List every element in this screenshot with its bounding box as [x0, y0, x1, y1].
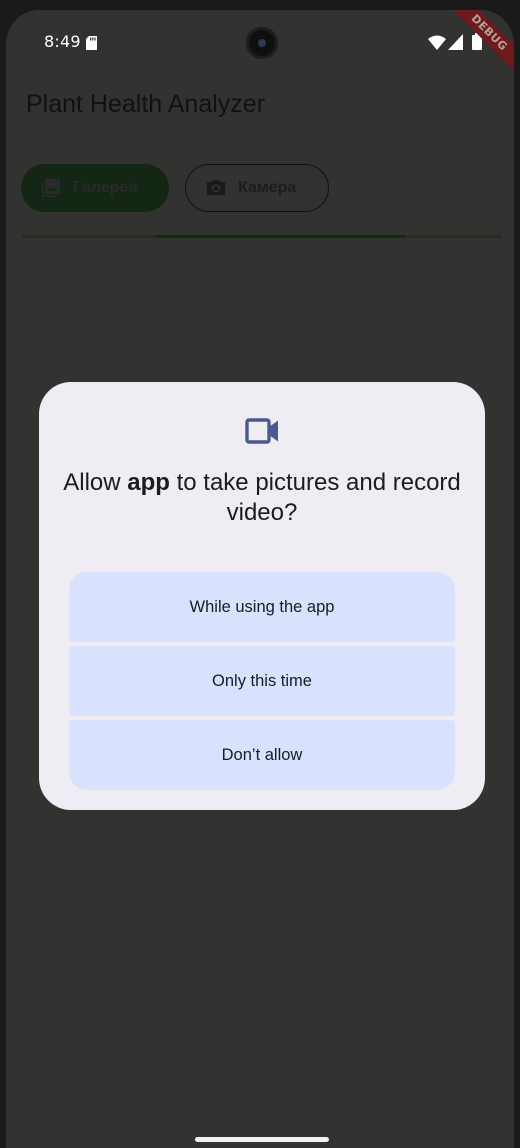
phone-screen: 8:49 DEBUG Plant Health Analyzer Галерея — [6, 10, 514, 1148]
loading-progress-bar — [22, 235, 502, 238]
gallery-label: Галерея — [73, 179, 138, 196]
permission-dialog: Allow app to take pictures and record vi… — [39, 382, 485, 810]
dont-allow-button[interactable]: Don’t allow — [69, 720, 455, 790]
camera-label: Камера — [238, 179, 297, 196]
dialog-title: Allow app to take pictures and record vi… — [59, 468, 465, 528]
signal-icon — [448, 34, 463, 50]
only-this-time-button[interactable]: Only this time — [69, 646, 455, 716]
gesture-nav-handle[interactable] — [195, 1137, 329, 1142]
dialog-title-app: app — [127, 469, 170, 496]
while-using-app-button[interactable]: While using the app — [69, 572, 455, 642]
progress-indicator — [156, 235, 406, 238]
dialog-title-suffix: to take pictures and record video? — [169, 469, 461, 526]
wifi-icon — [428, 35, 446, 50]
status-bar: 8:49 DEBUG — [6, 10, 514, 86]
gallery-button[interactable]: Галерея — [21, 164, 169, 212]
camera-button[interactable]: Камера — [185, 164, 329, 212]
videocam-icon — [245, 418, 278, 444]
dialog-title-prefix: Allow — [63, 469, 128, 496]
page-title: Plant Health Analyzer — [26, 90, 266, 118]
image-icon — [42, 179, 60, 197]
camera-icon — [207, 180, 225, 195]
status-time: 8:49 — [44, 32, 81, 51]
front-camera — [246, 27, 278, 59]
sd-card-icon — [86, 36, 97, 50]
